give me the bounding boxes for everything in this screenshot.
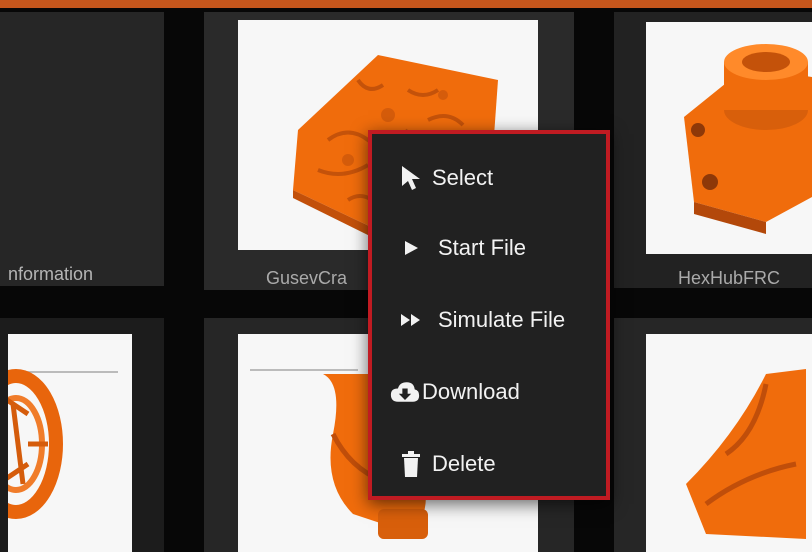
menu-item-start-file[interactable]: Start File	[372, 220, 606, 276]
file-card[interactable]	[0, 318, 164, 552]
menu-item-simulate-file[interactable]: Simulate File	[372, 292, 606, 348]
wheel-model-icon	[8, 369, 118, 519]
menu-item-delete[interactable]: Delete	[372, 436, 606, 492]
fast-forward-icon	[396, 305, 426, 335]
file-name: HexHubFRC	[678, 268, 781, 288]
menu-item-label: Delete	[432, 451, 496, 476]
cloud-download-icon	[390, 377, 420, 407]
file-card[interactable]: HexHubFRC	[614, 12, 812, 288]
file-thumbnail[interactable]	[8, 334, 132, 552]
menu-item-label: Select	[432, 165, 494, 190]
menu-item-label: Start File	[438, 235, 527, 260]
menu-item-label: Simulate File	[438, 307, 566, 332]
file-card[interactable]: nformation	[0, 12, 164, 286]
menu-item-download[interactable]: Download	[372, 364, 606, 420]
file-thumbnail[interactable]	[646, 334, 812, 552]
play-icon	[396, 233, 426, 263]
file-context-menu: Select Start File Simulate File Download	[368, 130, 610, 500]
file-name: nformation	[8, 264, 94, 284]
menu-item-select[interactable]: Select	[372, 150, 606, 206]
file-card[interactable]	[614, 318, 812, 552]
cone-model-icon	[686, 369, 806, 539]
cursor-icon	[396, 163, 426, 193]
header-accent-bar	[0, 0, 812, 8]
hex-hub-model-icon	[684, 44, 812, 234]
trash-icon	[396, 449, 426, 479]
file-thumbnail[interactable]	[646, 22, 812, 254]
menu-item-label: Download	[422, 379, 520, 404]
